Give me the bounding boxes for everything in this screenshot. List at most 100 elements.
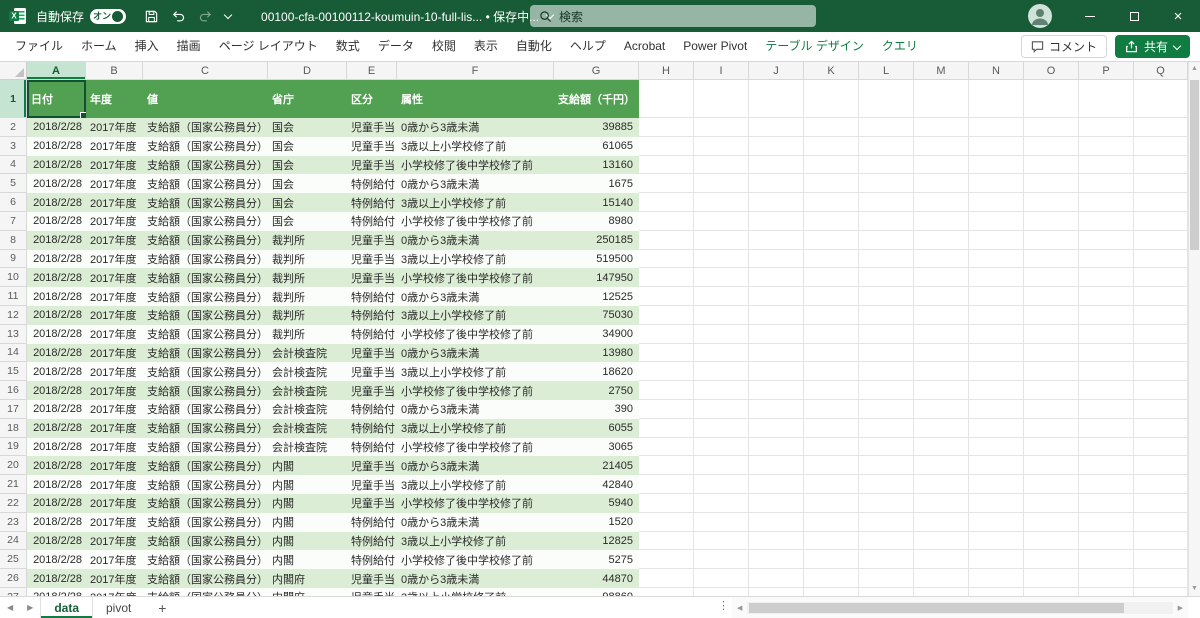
- cell-P4[interactable]: [1079, 155, 1134, 175]
- cell-E13[interactable]: 特例給付: [347, 324, 397, 344]
- cell-G25[interactable]: 5275: [554, 550, 639, 570]
- cell-H1[interactable]: [639, 80, 694, 118]
- cell-P25[interactable]: [1079, 550, 1134, 570]
- ribbon-tab-11[interactable]: Acrobat: [615, 32, 674, 61]
- cell-I2[interactable]: [694, 118, 749, 137]
- redo-button[interactable]: [192, 9, 219, 24]
- cell-Q21[interactable]: [1134, 475, 1188, 494]
- cell-I17[interactable]: [694, 399, 749, 419]
- cell-Q25[interactable]: [1134, 550, 1188, 570]
- cell-F6[interactable]: 3歳以上小学校修了前: [397, 193, 554, 212]
- cell-B4[interactable]: 2017年度: [86, 155, 143, 175]
- quick-access-chevron-icon[interactable]: [219, 10, 237, 19]
- cell-N17[interactable]: [969, 399, 1024, 419]
- cell-I9[interactable]: [694, 249, 749, 269]
- column-header-K[interactable]: K: [804, 62, 859, 80]
- cell-H22[interactable]: [639, 493, 694, 513]
- ribbon-tab-10[interactable]: ヘルプ: [561, 32, 615, 61]
- cell-J17[interactable]: [749, 399, 804, 419]
- cell-N12[interactable]: [969, 305, 1024, 325]
- cell-I10[interactable]: [694, 268, 749, 288]
- cell-D11[interactable]: 裁判所: [268, 287, 347, 306]
- cell-A3[interactable]: 2018/2/28: [27, 136, 86, 156]
- cell-Q11[interactable]: [1134, 287, 1188, 306]
- cell-D21[interactable]: 内閣: [268, 475, 347, 494]
- maximize-button[interactable]: [1112, 0, 1156, 32]
- select-all-button[interactable]: [0, 62, 27, 80]
- cell-E5[interactable]: 特例給付: [347, 174, 397, 194]
- cell-P19[interactable]: [1079, 437, 1134, 457]
- cell-O23[interactable]: [1024, 512, 1079, 532]
- cell-M27[interactable]: [914, 587, 969, 596]
- cell-C24[interactable]: 支給額（国家公務員分）: [143, 531, 268, 551]
- cell-I23[interactable]: [694, 512, 749, 532]
- cell-L8[interactable]: [859, 230, 914, 250]
- cell-L13[interactable]: [859, 324, 914, 344]
- cell-A24[interactable]: 2018/2/28: [27, 531, 86, 551]
- cell-A5[interactable]: 2018/2/28: [27, 174, 86, 194]
- cell-P22[interactable]: [1079, 493, 1134, 513]
- cell-N2[interactable]: [969, 118, 1024, 137]
- cell-H26[interactable]: [639, 569, 694, 588]
- cell-N15[interactable]: [969, 362, 1024, 382]
- cell-I15[interactable]: [694, 362, 749, 382]
- cell-O24[interactable]: [1024, 531, 1079, 551]
- cell-P16[interactable]: [1079, 381, 1134, 400]
- sheet-tab-data[interactable]: data: [40, 597, 93, 618]
- cell-P10[interactable]: [1079, 268, 1134, 288]
- undo-button[interactable]: [165, 9, 192, 24]
- cell-G16[interactable]: 2750: [554, 381, 639, 400]
- cell-H5[interactable]: [639, 174, 694, 194]
- cell-J5[interactable]: [749, 174, 804, 194]
- row-header-9[interactable]: 9: [0, 249, 27, 269]
- cell-G15[interactable]: 18620: [554, 362, 639, 382]
- cell-F25[interactable]: 小学校修了後中学校修了前: [397, 550, 554, 570]
- cell-J10[interactable]: [749, 268, 804, 288]
- cell-D1[interactable]: 省庁: [268, 80, 347, 118]
- cell-N27[interactable]: [969, 587, 1024, 596]
- cell-K7[interactable]: [804, 211, 859, 231]
- cell-M14[interactable]: [914, 343, 969, 363]
- cell-H7[interactable]: [639, 211, 694, 231]
- cell-B13[interactable]: 2017年度: [86, 324, 143, 344]
- cell-G8[interactable]: 250185: [554, 230, 639, 250]
- cell-F13[interactable]: 小学校修了後中学校修了前: [397, 324, 554, 344]
- search-box[interactable]: 検索: [530, 5, 816, 27]
- row-header-16[interactable]: 16: [0, 381, 27, 400]
- cell-G26[interactable]: 44870: [554, 569, 639, 588]
- cell-J16[interactable]: [749, 381, 804, 400]
- cell-I12[interactable]: [694, 305, 749, 325]
- cell-F27[interactable]: 3歳以上小学校修了前: [397, 587, 554, 596]
- cell-L25[interactable]: [859, 550, 914, 570]
- cell-F3[interactable]: 3歳以上小学校修了前: [397, 136, 554, 156]
- cell-K19[interactable]: [804, 437, 859, 457]
- cell-J23[interactable]: [749, 512, 804, 532]
- cell-J22[interactable]: [749, 493, 804, 513]
- cell-K16[interactable]: [804, 381, 859, 400]
- cell-H16[interactable]: [639, 381, 694, 400]
- cell-N5[interactable]: [969, 174, 1024, 194]
- cell-P15[interactable]: [1079, 362, 1134, 382]
- cell-I14[interactable]: [694, 343, 749, 363]
- cell-I19[interactable]: [694, 437, 749, 457]
- cell-H24[interactable]: [639, 531, 694, 551]
- cell-E19[interactable]: 特例給付: [347, 437, 397, 457]
- cell-B9[interactable]: 2017年度: [86, 249, 143, 269]
- cell-N18[interactable]: [969, 418, 1024, 438]
- cell-G24[interactable]: 12825: [554, 531, 639, 551]
- cell-A23[interactable]: 2018/2/28: [27, 512, 86, 532]
- cell-K22[interactable]: [804, 493, 859, 513]
- cell-C19[interactable]: 支給額（国家公務員分）: [143, 437, 268, 457]
- cell-B21[interactable]: 2017年度: [86, 475, 143, 494]
- cell-M23[interactable]: [914, 512, 969, 532]
- column-header-F[interactable]: F: [397, 62, 554, 80]
- cell-O19[interactable]: [1024, 437, 1079, 457]
- cell-A14[interactable]: 2018/2/28: [27, 343, 86, 363]
- cell-O13[interactable]: [1024, 324, 1079, 344]
- ribbon-tab-12[interactable]: Power Pivot: [674, 32, 756, 61]
- cell-A1[interactable]: 日付: [27, 80, 86, 118]
- cell-H8[interactable]: [639, 230, 694, 250]
- cell-O17[interactable]: [1024, 399, 1079, 419]
- column-header-M[interactable]: M: [914, 62, 969, 80]
- cell-B5[interactable]: 2017年度: [86, 174, 143, 194]
